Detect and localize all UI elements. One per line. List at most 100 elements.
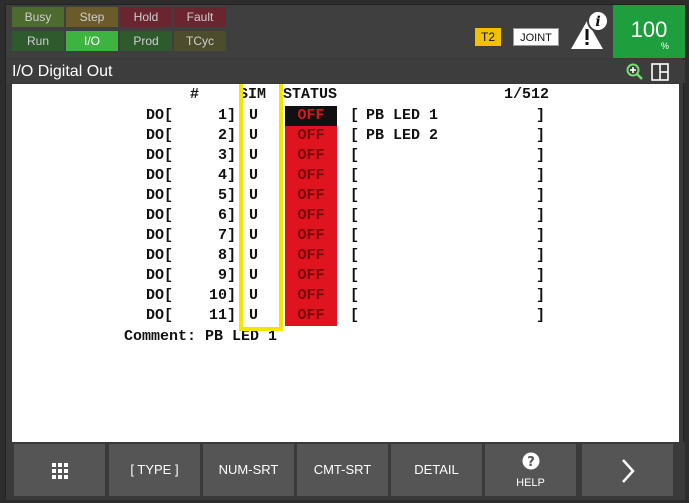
tcyc-indicator: TCyc [174,31,226,51]
table-row[interactable]: DO[9] U OFF [] [12,266,679,286]
table-row[interactable]: DO[6] U OFF [] [12,206,679,226]
comment-close-bracket: ] [536,107,546,124]
comment-close-bracket: ] [536,227,546,244]
comment-open-bracket: [ [350,267,360,284]
comment-open-bracket: [ [350,247,360,264]
comment-line: Comment: PB LED 1 [124,328,278,345]
table-row[interactable]: DO[ 8] U OFF [] [12,246,679,266]
num-sort-button[interactable]: NUM-SRT [203,444,294,496]
table-row[interactable]: DO[5] U OFF [] [12,186,679,206]
io-indicator: I/O [66,31,118,51]
status-cell[interactable]: OFF [285,206,337,226]
coord-system-badge[interactable]: JOINT [513,28,559,46]
help-button[interactable]: ? HELP [485,444,576,496]
busy-indicator: Busy [12,7,64,27]
comment-close-bracket: ] [536,167,546,184]
warning-info-icon[interactable]: i [569,9,609,51]
comment-text: PB LED 2 [366,127,439,144]
comment-text: PB LED 1 [366,107,439,124]
comment-open-bracket: [ [350,127,360,144]
split-screen-icon[interactable] [651,63,669,81]
comment-close-bracket: ] [536,127,546,144]
comment-sort-button[interactable]: CMT-SRT [297,444,388,496]
override-unit: % [660,41,669,51]
status-cell[interactable]: OFF [285,126,337,146]
svg-text:?: ? [527,455,535,470]
sim-flag[interactable]: U [249,226,258,246]
do-prefix: DO[ [146,247,174,264]
status-cell[interactable]: OFF [285,286,337,306]
do-number: 5] [217,187,236,204]
sim-flag[interactable]: U [249,146,258,166]
do-number: 10] [208,287,236,304]
sim-flag[interactable]: U [249,186,258,206]
sim-flag[interactable]: U [249,126,258,146]
comment-open-bracket: [ [350,187,360,204]
do-number: 3] [217,147,236,164]
status-cell[interactable]: OFF [285,246,337,266]
table-row[interactable]: DO[11] U OFF [] [12,306,679,326]
do-prefix: DO[ [146,207,174,224]
comment-open-bracket: [ [350,287,360,304]
sim-flag[interactable]: U [249,106,258,126]
type-button[interactable]: [ TYPE ] [109,444,200,496]
fault-indicator: Fault [174,7,226,27]
pendant-screen: Busy Step Hold Fault Run I/O Prod TCyc T… [5,4,685,500]
status-cell[interactable]: OFF [285,166,337,186]
mode-badge: T2 [475,28,501,46]
do-prefix: DO[ [146,267,174,284]
table-row[interactable]: DO[7] U OFF [] [12,226,679,246]
do-number: 4] [217,167,236,184]
speed-override[interactable]: 100 % [613,5,685,58]
comment-open-bracket: [ [350,167,360,184]
comment-close-bracket: ] [536,307,546,324]
comment-close-bracket: ] [536,247,546,264]
sim-flag[interactable]: U [249,246,258,266]
do-number: 1] [217,107,236,124]
status-cell[interactable]: OFF [285,106,337,126]
comment-open-bracket: [ [350,147,360,164]
do-prefix: DO[ [146,107,174,124]
do-prefix: DO[ [146,127,174,144]
status-cell[interactable]: OFF [285,146,337,166]
chevron-right-icon [621,458,635,483]
page-indicator: 1/512 [504,86,550,103]
comment-open-bracket: [ [350,207,360,224]
table-row[interactable]: DO[2] U OFF [PB LED 2] [12,126,679,146]
table-row[interactable]: DO[ 1] U OFF [ PB LED 1] [12,106,679,126]
next-page-button[interactable] [582,444,673,496]
detail-button[interactable]: DETAIL [391,444,482,496]
status-cell[interactable]: OFF [285,226,337,246]
sim-flag[interactable]: U [249,306,258,326]
comment-close-bracket: ] [536,187,546,204]
table-row[interactable]: DO[10] U OFF [] [12,286,679,306]
status-cell[interactable]: OFF [285,306,337,326]
do-number: 8] [217,247,236,264]
column-header-status: STATUS [283,86,338,103]
do-prefix: DO[ [146,287,174,304]
step-indicator: Step [66,7,118,27]
sim-flag[interactable]: U [249,166,258,186]
sim-flag[interactable]: U [249,286,258,306]
status-cell[interactable]: OFF [285,266,337,286]
do-prefix: DO[ [146,147,174,164]
do-number: 6] [217,207,236,224]
zoom-in-icon[interactable] [626,63,644,81]
status-cell[interactable]: OFF [285,186,337,206]
override-value: 100 [630,17,668,42]
table-row[interactable]: DO[ 3] U OFF [] [12,146,679,166]
sim-flag[interactable]: U [249,206,258,226]
menu-button[interactable] [14,444,105,496]
sim-flag[interactable]: U [249,266,258,286]
table-row[interactable]: DO[ 4] U OFF [] [12,166,679,186]
column-header-number: # [190,86,200,103]
do-prefix: DO[ [146,167,174,184]
do-number: 7] [217,227,236,244]
comment-close-bracket: ] [536,147,546,164]
svg-text:i: i [595,14,600,30]
comment-open-bracket: [ [350,107,360,124]
do-number: 11] [208,307,236,324]
comment-open-bracket: [ [350,227,360,244]
grid-menu-icon [51,462,68,479]
do-number: 9] [217,267,236,284]
